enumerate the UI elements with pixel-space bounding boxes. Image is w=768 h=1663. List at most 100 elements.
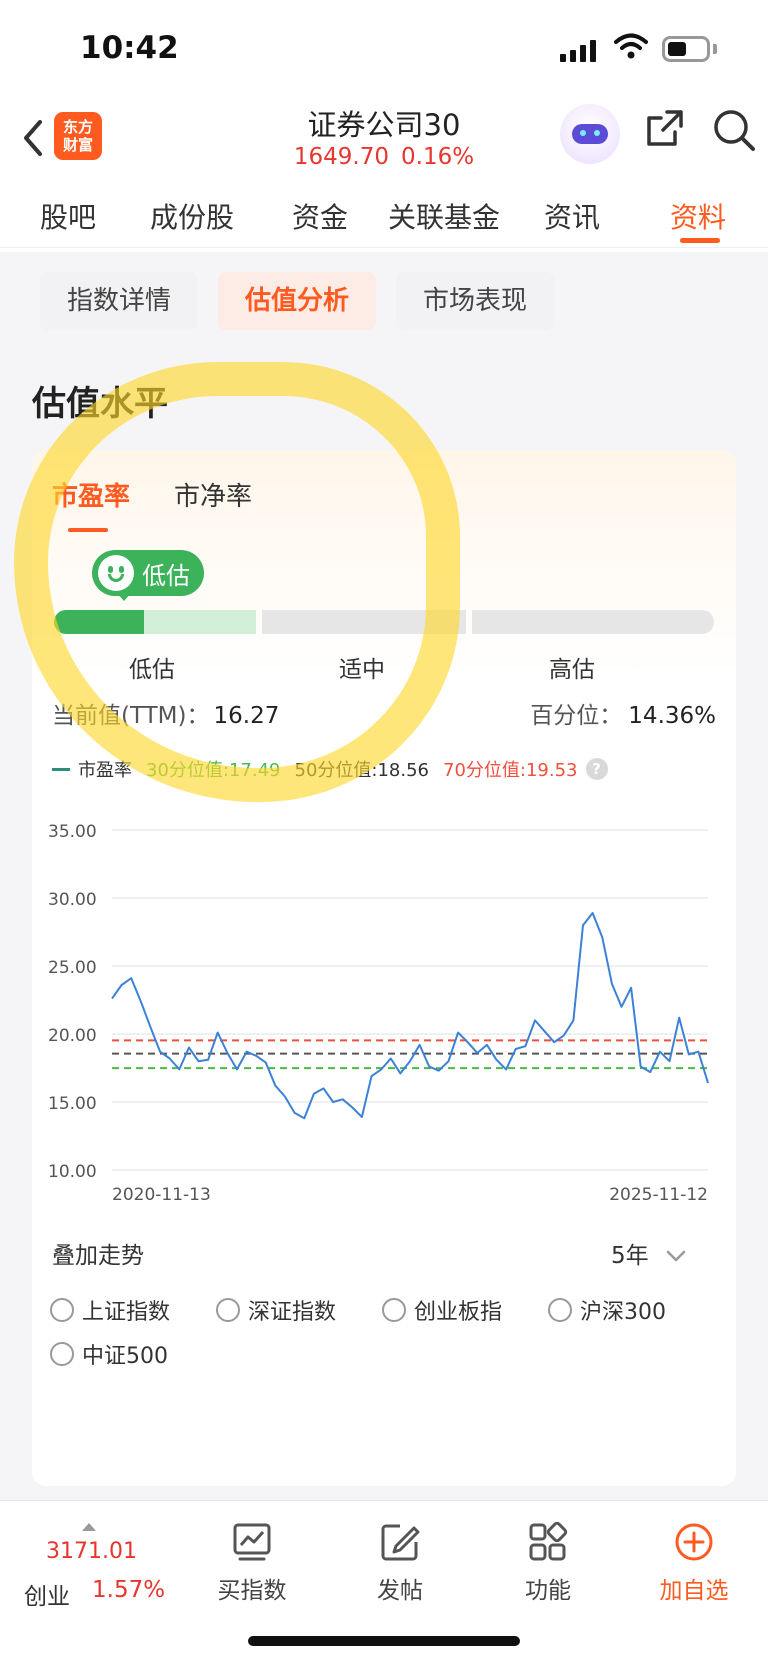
tab-profile[interactable]: 资料 <box>670 196 726 236</box>
y-tick-label: 35.00 <box>48 822 97 842</box>
overlay-option-sh[interactable]: 上证指数 <box>50 1294 170 1326</box>
help-icon[interactable]: ? <box>585 758 608 780</box>
gauge-segment-high <box>472 610 714 634</box>
share-icon[interactable] <box>645 108 685 148</box>
chip-index-details[interactable]: 指数详情 <box>40 272 198 330</box>
gauge-label-high: 高估 <box>549 657 595 683</box>
tab-news[interactable]: 资讯 <box>544 196 600 236</box>
y-tick-label: 30.00 <box>48 890 97 910</box>
option-label: 深证指数 <box>248 1300 337 1325</box>
option-label: 上证指数 <box>82 1300 171 1325</box>
header: 东方 财富 证券公司30 1649.70 0.16% <box>0 100 768 180</box>
ticker-price: 3171.01 <box>46 1539 137 1564</box>
badge-pointer <box>116 592 132 601</box>
y-tick-label: 10.00 <box>48 1162 97 1182</box>
percentile-value: 14.36% <box>628 703 716 729</box>
legend-p70: 70分位值:19.53 <box>443 760 578 781</box>
section-title: 估值水平 <box>32 384 168 424</box>
ticker-name: 创业 <box>24 1584 70 1610</box>
badge-label: 低估 <box>142 561 190 590</box>
ticker-change: 1.57% <box>92 1577 166 1603</box>
option-label: 创业板指 <box>414 1300 503 1325</box>
current-value: 16.27 <box>213 703 280 729</box>
valuation-badge: 低估 <box>92 550 204 596</box>
radio-icon <box>382 1298 406 1322</box>
status-bar: 10:42 <box>0 0 768 100</box>
tab-constituents[interactable]: 成份股 <box>150 196 234 236</box>
status-time: 10:42 <box>80 30 179 66</box>
chip-market-performance[interactable]: 市场表现 <box>396 272 554 330</box>
period-select[interactable]: 5年 <box>611 1236 686 1270</box>
gauge-label-mid: 适中 <box>339 657 385 683</box>
overlay-option-hs300[interactable]: 沪深300 <box>548 1294 666 1326</box>
top-area: 10:42 东方 财富 证券公司30 1649.70 0.16% 股吧 成份股 … <box>0 0 768 252</box>
signal-icon <box>560 38 596 62</box>
option-label: 中证500 <box>82 1344 168 1369</box>
overlay-option-cyb[interactable]: 创业板指 <box>382 1294 502 1326</box>
percentile-row: 百分位： 14.36% <box>530 696 716 730</box>
subtab-underline <box>68 528 108 532</box>
edit-icon <box>381 1524 420 1561</box>
add-watchlist-button[interactable]: 加自选 <box>634 1521 754 1605</box>
overlay-option-sz[interactable]: 深证指数 <box>216 1294 336 1326</box>
legend-line-swatch <box>52 767 70 771</box>
radio-icon <box>50 1342 74 1366</box>
buy-index-button[interactable]: 买指数 <box>192 1521 312 1605</box>
valuation-gauge <box>54 610 714 634</box>
period-value: 5年 <box>611 1243 649 1269</box>
overlay-label: 叠加走势 <box>52 1243 144 1269</box>
assistant-avatar[interactable] <box>560 104 620 164</box>
y-tick-label: 20.00 <box>48 1026 97 1046</box>
tab-active-indicator <box>680 238 720 243</box>
plus-circle-icon <box>675 1523 713 1561</box>
tab-guba[interactable]: 股吧 <box>40 196 96 236</box>
post-button[interactable]: 发帖 <box>340 1521 460 1605</box>
radio-icon <box>216 1298 240 1322</box>
caret-up-icon <box>82 1523 96 1531</box>
gauge-segment-mid <box>262 610 466 634</box>
chart-legend: 市盈率 30分位值:17.49 50分位值:18.56 70分位值:19.53 … <box>52 756 608 782</box>
gauge-fill <box>54 610 144 634</box>
add-watchlist-label: 加自选 <box>659 1578 729 1604</box>
functions-label: 功能 <box>525 1578 571 1604</box>
x-tick-label: 2020-11-13 <box>112 1185 211 1205</box>
robot-face-icon <box>572 124 608 144</box>
radio-icon <box>50 1298 74 1322</box>
subtab-pe[interactable]: 市盈率 <box>52 476 130 513</box>
subtab-pb[interactable]: 市净率 <box>174 476 252 513</box>
option-label: 沪深300 <box>580 1300 666 1325</box>
main-tabs: 股吧 成份股 资金 关联基金 资讯 资料 <box>0 182 768 248</box>
wifi-icon <box>614 33 648 59</box>
overlay-row: 叠加走势 5年 <box>52 1236 716 1270</box>
chip-valuation[interactable]: 估值分析 <box>218 272 376 330</box>
y-tick-label: 15.00 <box>48 1094 97 1114</box>
y-tick-label: 25.00 <box>48 958 97 978</box>
current-value-row: 当前值(TTM)： 16.27 <box>52 696 279 730</box>
legend-p50: 50分位值:18.56 <box>294 760 430 781</box>
home-indicator <box>248 1636 520 1646</box>
radio-icon <box>548 1298 572 1322</box>
valuation-card: 市盈率 市净率 低估 低估 适中 高估 当前值(TTM)： 16.27 百分位： 1… <box>32 450 736 1486</box>
percentile-label: 百分位： <box>530 703 623 729</box>
series-line <box>111 912 709 1120</box>
index-change: 0.16% <box>401 144 475 170</box>
tab-related-funds[interactable]: 关联基金 <box>388 196 500 236</box>
chevron-down-icon <box>666 1250 686 1262</box>
smile-icon <box>98 555 134 591</box>
gauge-label-low: 低估 <box>129 657 175 683</box>
current-value-label: 当前值(TTM)： <box>52 703 210 729</box>
search-icon[interactable] <box>712 108 756 152</box>
chart-trend-icon <box>233 1523 271 1561</box>
buy-index-label: 买指数 <box>217 1578 287 1604</box>
index-price: 1649.70 <box>293 144 390 170</box>
x-tick-label: 2025-11-12 <box>609 1185 708 1205</box>
grid-icon <box>529 1522 568 1561</box>
battery-icon <box>662 36 710 62</box>
overlay-option-zz500[interactable]: 中证500 <box>50 1338 168 1370</box>
functions-button[interactable]: 功能 <box>488 1521 608 1605</box>
pe-chart: 35.00 30.00 25.00 20.00 15.00 10.00 2020-11-13… <box>48 822 709 1205</box>
tab-funds-flow[interactable]: 资金 <box>292 196 348 236</box>
legend-series: 市盈率 <box>78 760 132 781</box>
battery-tip <box>713 44 717 54</box>
post-label: 发帖 <box>377 1578 423 1604</box>
